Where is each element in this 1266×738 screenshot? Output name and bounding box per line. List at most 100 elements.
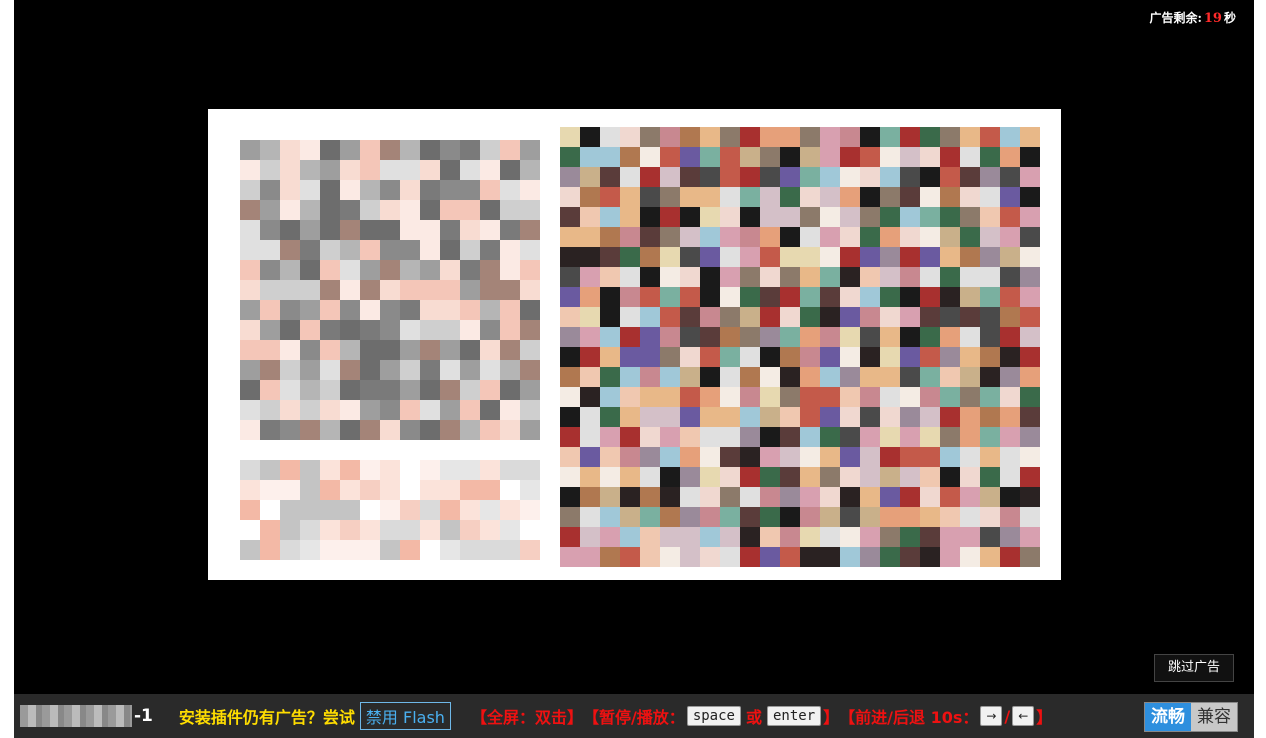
ad-pixel — [700, 167, 720, 187]
ad-pixel — [420, 240, 440, 260]
ad-pixel — [480, 300, 500, 320]
ad-pixel — [420, 540, 440, 560]
ad-pixel — [280, 320, 300, 340]
ad-pixel — [740, 527, 760, 547]
ad-pixel — [700, 367, 720, 387]
ad-pixel — [760, 167, 780, 187]
ad-pixel — [380, 500, 400, 520]
ad-pixel — [960, 167, 980, 187]
ad-banner[interactable] — [208, 109, 1061, 580]
ad-pixel — [840, 547, 860, 567]
ad-pixel — [980, 227, 1000, 247]
ad-pixel — [340, 140, 360, 160]
ad-pixel — [320, 460, 340, 480]
skip-ad-button[interactable]: 跳过广告 — [1154, 654, 1234, 682]
ad-pixel — [380, 180, 400, 200]
ad-pixel — [640, 327, 660, 347]
ad-pixel — [660, 367, 680, 387]
ad-pixel — [240, 260, 260, 280]
ad-pixel — [380, 480, 400, 500]
ad-pixel — [660, 447, 680, 467]
episode-number: -1 — [134, 706, 153, 726]
ad-pixel — [560, 447, 580, 467]
ad-pixel — [440, 320, 460, 340]
ad-pixel — [280, 240, 300, 260]
ad-pixel — [780, 427, 800, 447]
ad-pixel — [620, 267, 640, 287]
ad-pixel — [860, 267, 880, 287]
ad-pixel — [560, 167, 580, 187]
ad-pixel — [560, 147, 580, 167]
ad-pixel — [880, 387, 900, 407]
ad-pixel — [1020, 347, 1040, 367]
ad-pixel — [620, 127, 640, 147]
playback-mode-switch[interactable]: 流畅 兼容 — [1144, 702, 1238, 732]
ad-pixel — [400, 420, 420, 440]
ad-pixel — [380, 300, 400, 320]
ad-pixel — [620, 367, 640, 387]
ad-pixel — [960, 427, 980, 447]
ad-pixel — [640, 507, 660, 527]
enter-key: enter — [766, 706, 822, 726]
ad-pixel — [340, 380, 360, 400]
ad-pixel — [360, 500, 380, 520]
ad-pixel — [860, 327, 880, 347]
ad-pixel — [460, 140, 480, 160]
ad-pixel — [720, 227, 740, 247]
ad-pixel — [260, 140, 280, 160]
ad-pixel — [500, 260, 520, 280]
ad-pixel — [360, 200, 380, 220]
ad-pixel — [960, 187, 980, 207]
ad-pixel — [860, 127, 880, 147]
ad-pixel — [860, 407, 880, 427]
ad-pixel — [900, 327, 920, 347]
ad-pixel — [320, 220, 340, 240]
ad-pixel — [380, 260, 400, 280]
ad-pixel — [740, 507, 760, 527]
ad-pixel — [920, 227, 940, 247]
ad-pixel — [780, 527, 800, 547]
shortcut-hints: 【全屏：双击】 【暂停/播放： space 或 enter 】 【前进/后退 1… — [471, 704, 1052, 728]
ad-pixel — [600, 327, 620, 347]
ad-pixel — [260, 280, 280, 300]
ad-pixel — [680, 147, 700, 167]
ad-pixel — [1020, 187, 1040, 207]
ad-pixel — [660, 527, 680, 547]
ad-pixel — [700, 127, 720, 147]
ad-pixel — [740, 347, 760, 367]
ad-pixel — [240, 480, 260, 500]
ad-pixel — [940, 287, 960, 307]
disable-flash-link[interactable]: 禁用 Flash — [359, 702, 451, 730]
ad-pixel — [740, 227, 760, 247]
ad-pixel — [700, 347, 720, 367]
ad-pixel — [960, 547, 980, 567]
ad-pixel — [420, 400, 440, 420]
ad-pixel — [580, 407, 600, 427]
ad-pixel — [760, 507, 780, 527]
or-text: 或 — [745, 708, 762, 727]
ad-pixel — [860, 247, 880, 267]
ad-pixel — [580, 447, 600, 467]
ad-pixel — [820, 347, 840, 367]
ad-pixel — [680, 187, 700, 207]
ad-pixel — [960, 207, 980, 227]
ad-pixel — [1020, 427, 1040, 447]
ad-pixel — [440, 300, 460, 320]
mode-fluent-button[interactable]: 流畅 — [1145, 703, 1191, 731]
mode-compat-button[interactable]: 兼容 — [1191, 703, 1237, 731]
ad-pixel — [240, 140, 260, 160]
ad-pixel — [960, 407, 980, 427]
ad-pixel — [820, 467, 840, 487]
ad-pixel — [240, 240, 260, 260]
ad-pixel — [480, 540, 500, 560]
ad-pixel — [780, 247, 800, 267]
ad-pixel — [520, 220, 540, 240]
ad-pixel — [300, 420, 320, 440]
ad-pixel — [460, 360, 480, 380]
ad-pixel — [500, 200, 520, 220]
video-player[interactable]: 广告剩余: 19 秒 跳过广告 — [14, 0, 1254, 694]
ad-pixel — [300, 520, 320, 540]
ad-pixel — [600, 307, 620, 327]
ad-pixel — [560, 387, 580, 407]
ad-pixel — [640, 287, 660, 307]
